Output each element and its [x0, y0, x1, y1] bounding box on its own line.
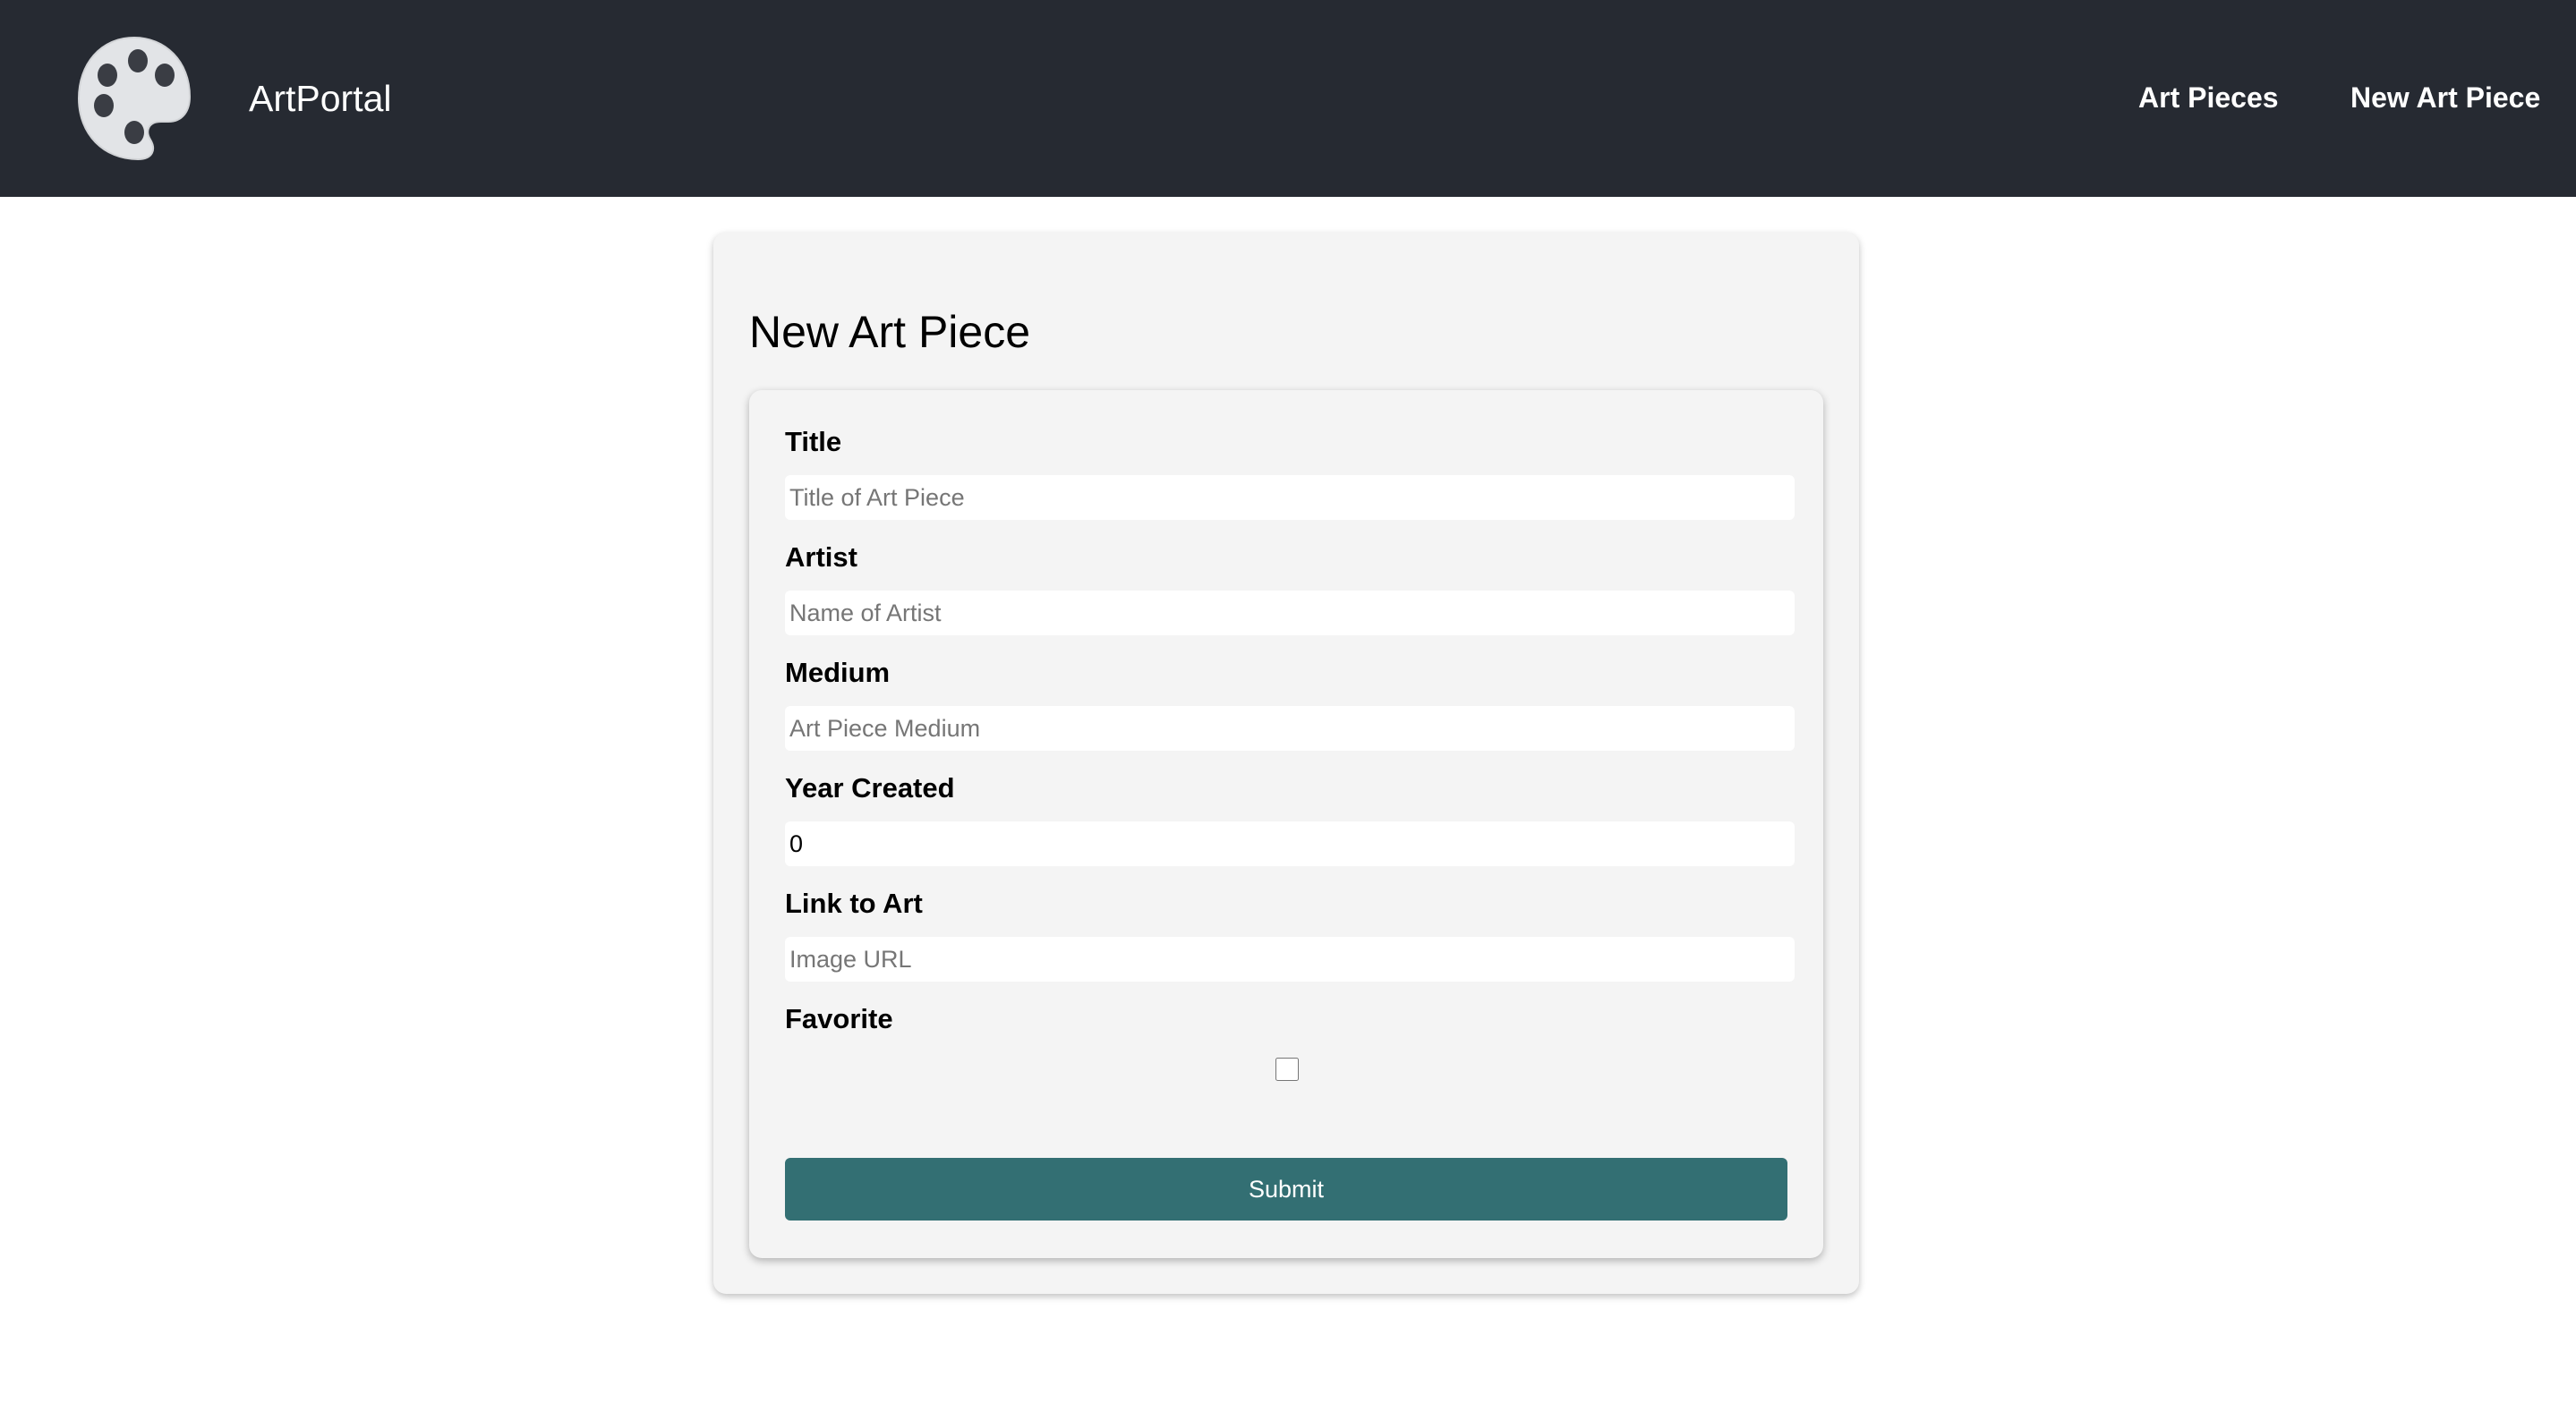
- page-title: New Art Piece: [749, 307, 1031, 357]
- new-art-piece-card: New Art Piece Title Artist Medium Year C…: [713, 233, 1859, 1294]
- title-label: Title: [785, 426, 842, 457]
- brand-link[interactable]: ArtPortal: [249, 75, 392, 122]
- year-created-input[interactable]: [785, 821, 1795, 866]
- nav-new-art-piece-link[interactable]: New Art Piece: [2350, 79, 2540, 116]
- link-to-art-label: Link to Art: [785, 888, 923, 919]
- artist-label: Artist: [785, 541, 857, 573]
- medium-label: Medium: [785, 657, 891, 688]
- art-piece-form: Title Artist Medium Year Created Link to…: [749, 390, 1823, 1258]
- top-navbar: ArtPortal Art Pieces New Art Piece: [0, 0, 2576, 197]
- artist-input[interactable]: [785, 591, 1795, 635]
- favorite-checkbox[interactable]: [1275, 1058, 1299, 1081]
- palette-icon[interactable]: [75, 34, 192, 163]
- image-url-input[interactable]: [785, 937, 1795, 982]
- medium-input[interactable]: [785, 706, 1795, 751]
- favorite-label: Favorite: [785, 1003, 893, 1034]
- nav-art-pieces-link[interactable]: Art Pieces: [2138, 79, 2279, 116]
- submit-button[interactable]: Submit: [785, 1158, 1787, 1221]
- title-input[interactable]: [785, 475, 1795, 520]
- year-created-label: Year Created: [785, 772, 955, 804]
